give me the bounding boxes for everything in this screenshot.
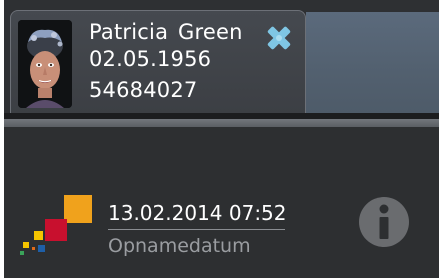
tab-strip bbox=[306, 12, 439, 113]
screen: Patricia Green 02.05.1956 54684027 13.02… bbox=[0, 0, 439, 278]
patient-photo bbox=[18, 20, 72, 108]
patient-date-of-birth: 02.05.1956 bbox=[89, 47, 212, 71]
separator-light bbox=[4, 119, 439, 127]
close-patient-button[interactable] bbox=[264, 23, 294, 53]
info-icon bbox=[359, 197, 409, 247]
recording-datetime: 13.02.2014 07:52 bbox=[108, 201, 287, 225]
info-button[interactable] bbox=[358, 196, 410, 248]
colored-squares-logo bbox=[18, 195, 94, 255]
recording-date-label: Opnamedatum bbox=[108, 235, 251, 257]
patient-name: Patricia Green bbox=[89, 20, 243, 44]
close-x-icon bbox=[267, 26, 291, 50]
datetime-underline bbox=[108, 229, 285, 230]
patient-id: 54684027 bbox=[89, 78, 198, 102]
